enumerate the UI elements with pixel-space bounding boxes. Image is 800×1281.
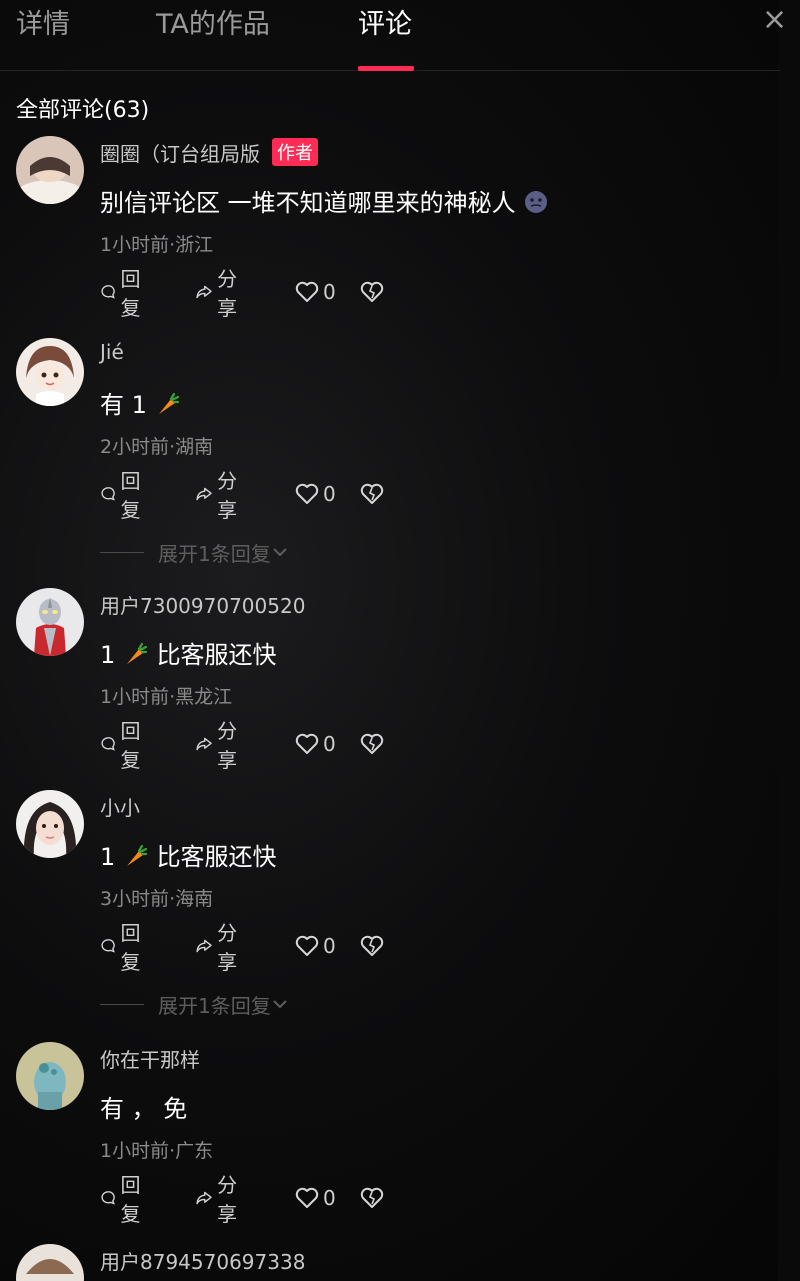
divider-line — [100, 551, 144, 553]
share-icon — [196, 939, 212, 953]
comment-item: 用户8794570697338 — [0, 1244, 780, 1281]
like-count: 0 — [323, 280, 336, 304]
comment-meta: 2小时前·湖南 — [100, 436, 214, 458]
like-count: 0 — [323, 732, 336, 756]
emoji-icon — [525, 191, 548, 213]
dislike-button[interactable] — [360, 278, 388, 306]
comment-text: 1 比客服还快 — [100, 843, 277, 871]
avatar[interactable] — [16, 136, 84, 204]
avatar[interactable] — [16, 790, 84, 858]
avatar[interactable] — [16, 588, 84, 656]
divider-line — [100, 1003, 144, 1005]
expand-replies-button[interactable]: 展开1条回复 — [100, 990, 289, 1018]
comment-item: 你在干那样 有 ， 免 1小时前·广东 回复 分享 0 — [0, 1042, 780, 1242]
comment-meta: 1小时前·浙江 — [100, 234, 214, 256]
share-button[interactable]: 分享 — [195, 469, 245, 522]
active-tab-indicator — [358, 66, 414, 71]
carrot-icon — [126, 844, 148, 866]
reply-icon — [101, 939, 115, 953]
share-icon — [196, 285, 212, 299]
comment-meta: 1小时前·广东 — [100, 1140, 214, 1162]
expand-replies-button[interactable]: 展开1条回复 — [100, 538, 289, 566]
tab-works[interactable]: TA的作品 — [156, 2, 270, 41]
reply-icon — [101, 285, 115, 299]
comment-item: 小小 1 比客服还快 3小时前·海南 回复 分享 0 — [0, 790, 780, 990]
broken-heart-icon — [360, 1187, 384, 1208]
reply-button[interactable]: 回复 — [100, 267, 148, 320]
dislike-button[interactable] — [360, 730, 388, 758]
reply-button[interactable]: 回复 — [100, 469, 148, 522]
share-button[interactable]: 分享 — [195, 719, 245, 772]
like-count: 0 — [323, 1186, 336, 1210]
like-button[interactable]: 0 — [295, 278, 336, 306]
comment-text: 有 ， 免 — [100, 1095, 188, 1123]
dislike-button[interactable] — [360, 1184, 388, 1212]
heart-icon — [295, 733, 319, 754]
tab-comments[interactable]: 评论 — [358, 2, 412, 41]
comment-item: Jié 有 1 2小时前·湖南 回复 分享 0 — [0, 338, 780, 538]
dislike-button[interactable] — [360, 932, 388, 960]
comment-text: 1 比客服还快 — [100, 641, 277, 669]
author-badge: 作者 — [272, 138, 318, 166]
comment-item: 圈圈（订台组局版 作者 别信评论区 一堆不知道哪里来的神秘人 1小时前·浙江 回复… — [0, 136, 780, 336]
reply-button[interactable]: 回复 — [100, 719, 148, 772]
tab-details[interactable]: 详情 — [16, 2, 70, 41]
username[interactable]: 小小 — [100, 796, 140, 820]
chevron-down-icon — [273, 548, 287, 557]
chevron-down-icon — [273, 1000, 287, 1009]
reply-icon — [101, 737, 115, 751]
share-button[interactable]: 分享 — [195, 921, 245, 974]
avatar[interactable] — [16, 1244, 84, 1281]
carrot-icon — [126, 642, 148, 664]
broken-heart-icon — [360, 733, 384, 754]
username[interactable]: Jié — [100, 340, 124, 364]
reply-icon — [101, 487, 115, 501]
comment-meta: 1小时前·黑龙江 — [100, 686, 233, 708]
avatar[interactable] — [16, 338, 84, 406]
like-button[interactable]: 0 — [295, 480, 336, 508]
like-count: 0 — [323, 934, 336, 958]
comment-item: 用户7300970700520 1 比客服还快 1小时前·黑龙江 回复 分享 0 — [0, 588, 780, 788]
dislike-button[interactable] — [360, 480, 388, 508]
comment-text: 别信评论区 一堆不知道哪里来的神秘人 — [100, 183, 549, 218]
share-icon — [196, 737, 212, 751]
like-button[interactable]: 0 — [295, 730, 336, 758]
broken-heart-icon — [360, 483, 384, 504]
like-button[interactable]: 0 — [295, 932, 336, 960]
username[interactable]: 用户8794570697338 — [100, 1250, 305, 1274]
username[interactable]: 你在干那样 — [100, 1048, 200, 1072]
comment-text: 有 1 — [100, 385, 181, 420]
username[interactable]: 用户7300970700520 — [100, 594, 305, 618]
right-edge-strip — [778, 0, 800, 1281]
reply-icon — [101, 1191, 115, 1205]
close-icon[interactable]: × — [762, 2, 787, 37]
broken-heart-icon — [360, 935, 384, 956]
share-icon — [196, 487, 212, 501]
broken-heart-icon — [360, 281, 384, 302]
comment-meta: 3小时前·海南 — [100, 888, 214, 910]
heart-icon — [295, 935, 319, 956]
username[interactable]: 圈圈（订台组局版 — [100, 142, 260, 166]
heart-icon — [295, 483, 319, 504]
heart-icon — [295, 281, 319, 302]
comments-count-header: 全部评论(63) — [16, 98, 150, 123]
avatar[interactable] — [16, 1042, 84, 1110]
like-count: 0 — [323, 482, 336, 506]
heart-icon — [295, 1187, 319, 1208]
like-button[interactable]: 0 — [295, 1184, 336, 1212]
share-button[interactable]: 分享 — [195, 1173, 245, 1226]
reply-button[interactable]: 回复 — [100, 921, 148, 974]
reply-button[interactable]: 回复 — [100, 1173, 148, 1226]
carrot-icon — [158, 392, 179, 414]
share-button[interactable]: 分享 — [195, 267, 245, 320]
tab-bar: 详情 TA的作品 评论 × — [0, 0, 787, 71]
share-icon — [196, 1191, 212, 1205]
